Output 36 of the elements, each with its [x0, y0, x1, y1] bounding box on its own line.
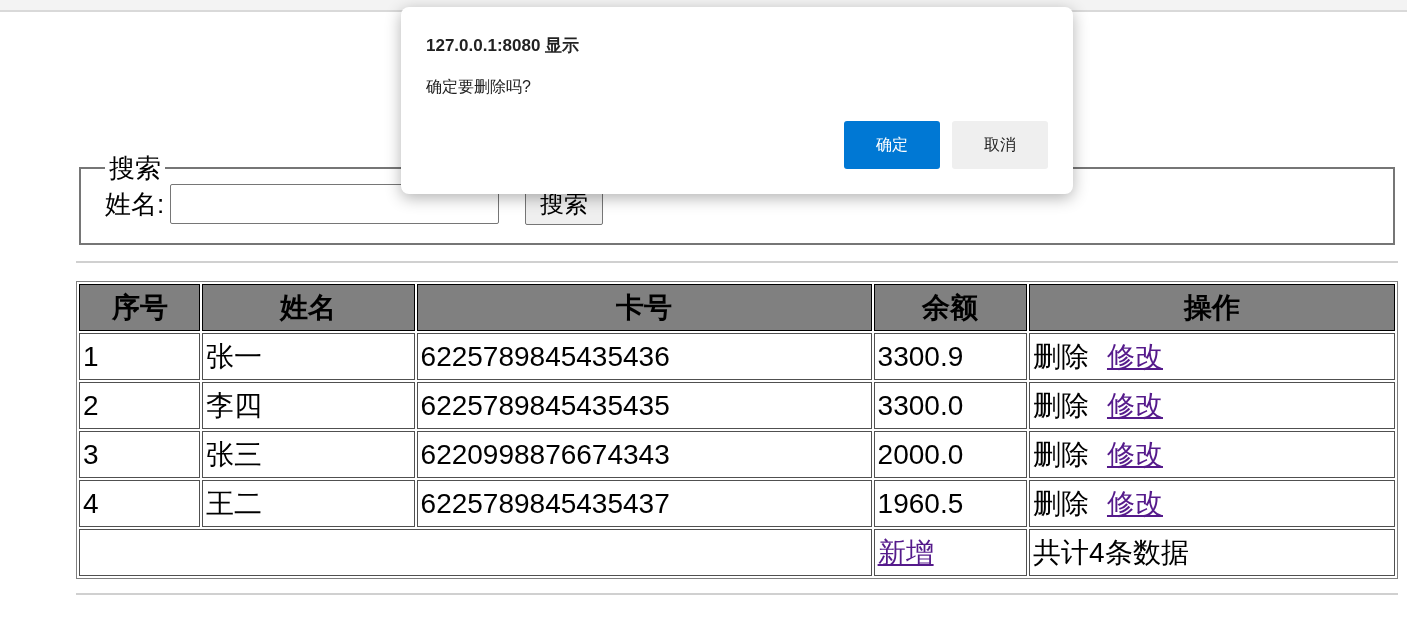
table-cell: 2: [79, 382, 201, 429]
column-header: 卡号: [416, 284, 872, 331]
delete-action[interactable]: 删除: [1033, 340, 1089, 372]
table-cell: 3: [79, 431, 201, 478]
table-cell: 4: [79, 480, 201, 527]
column-header: 操作: [1029, 284, 1395, 331]
table-cell: 李四: [202, 382, 415, 429]
table-cell: 6220998876674343: [416, 431, 872, 478]
table-cell: 张一: [202, 333, 415, 380]
total-count: 共计4条数据: [1033, 536, 1189, 568]
column-header: 余额: [873, 284, 1027, 331]
table-cell: 张三: [202, 431, 415, 478]
edit-link[interactable]: 修改: [1107, 340, 1163, 372]
edit-link[interactable]: 修改: [1107, 389, 1163, 421]
delete-action[interactable]: 删除: [1033, 487, 1089, 519]
name-label: 姓名:: [105, 187, 165, 221]
table-cell: 3300.0: [873, 382, 1027, 429]
table-cell: 王二: [202, 480, 415, 527]
delete-action[interactable]: 删除: [1033, 389, 1089, 421]
table-cell: 6225789845435437: [416, 480, 872, 527]
dialog-message: 确定要删除吗?: [426, 76, 532, 97]
table-cell: 2000.0: [873, 431, 1027, 478]
table-cell: 1: [79, 333, 201, 380]
table-cell: 6225789845435436: [416, 333, 872, 380]
table-cell: 3300.9: [873, 333, 1027, 380]
table-cell: 1960.5: [873, 480, 1027, 527]
delete-action[interactable]: 删除: [1033, 438, 1089, 470]
search-legend: 搜索: [105, 153, 165, 183]
column-header: 序号: [79, 284, 201, 331]
edit-link[interactable]: 修改: [1107, 487, 1163, 519]
edit-link[interactable]: 修改: [1107, 438, 1163, 470]
dialog-title: 127.0.0.1:8080 显示: [426, 35, 581, 57]
ok-button[interactable]: 确定: [844, 120, 940, 169]
cancel-button[interactable]: 取消: [952, 120, 1048, 169]
column-header: 姓名: [202, 284, 415, 331]
table-cell: 6225789845435435: [416, 382, 872, 429]
